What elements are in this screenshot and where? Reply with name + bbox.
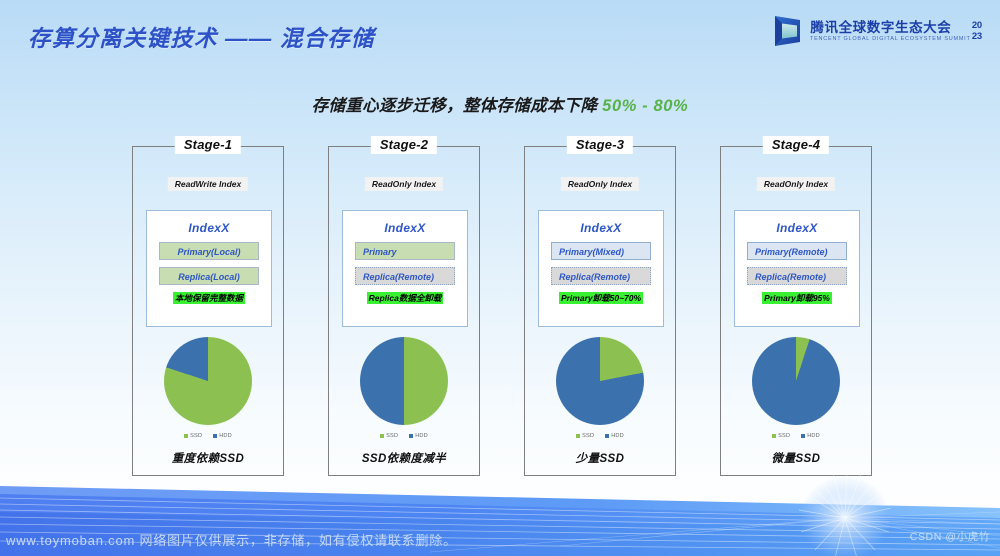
pie-chart-4 (752, 337, 840, 425)
stage-note-4: Primary卸载95% (762, 292, 832, 304)
stage-caption-1: 重度依赖SSD (171, 453, 245, 465)
pie-block-4: SSD HDD 微量SSD (721, 337, 871, 466)
legend-swatch-ssd-icon (576, 434, 580, 438)
stage-title-4: Stage-4 (762, 136, 830, 154)
legend-label-hdd: HDD (219, 433, 232, 439)
legend-item-hdd: HDD (605, 433, 624, 439)
pie-block-3: SSD HDD 少量SSD (525, 337, 675, 466)
legend-item-ssd: SSD (576, 433, 594, 439)
tencent-summit-logo: 腾讯全球数字生态大会 TENCENT GLOBAL DIGITAL ECOSYS… (773, 14, 982, 48)
slide-canvas: 存算分离关键技术 —— 混合存储 腾讯全球数字生态大会 TENCENT GLOB… (0, 0, 1000, 556)
pie-legend-2: SSD HDD (329, 433, 479, 439)
logo-year-top: 20 (971, 19, 982, 31)
legend-swatch-hdd-icon (801, 434, 805, 438)
index-name-4: IndexX (776, 221, 818, 235)
index-name-1: IndexX (188, 221, 230, 235)
index-kind-4: ReadOnly Index (756, 177, 836, 191)
index-name-2: IndexX (384, 221, 426, 235)
legend-item-hdd: HDD (409, 433, 428, 439)
subtitle: 存储重心逐步迁移，整体存储成本下降 50% - 80% (0, 92, 1000, 116)
stage-card-1: Stage-1 ReadWrite Index IndexX Primary(L… (132, 136, 284, 476)
tencent-logo-icon (773, 14, 803, 48)
subtitle-text: 存储重心逐步迁移，整体存储成本下降 (311, 97, 603, 115)
watermark-csdn: CSDN @小虎竹 (909, 531, 990, 543)
legend-swatch-hdd-icon (213, 434, 217, 438)
pie-block-1: SSD HDD 重度依赖SSD (133, 337, 283, 466)
stage-title-1: Stage-1 (174, 136, 242, 154)
legend-label-ssd: SSD (386, 433, 399, 439)
legend-label-ssd: SSD (582, 433, 595, 439)
legend-swatch-ssd-icon (184, 434, 188, 438)
index-panel-1: IndexX Primary(Local) Replica(Local) 本地保… (146, 210, 272, 327)
legend-item-ssd: SSD (380, 433, 398, 439)
pie-chart-3 (556, 337, 644, 425)
legend-label-ssd: SSD (778, 433, 791, 439)
legend-swatch-ssd-icon (380, 434, 384, 438)
primary-role-box-4: Primary(Remote) (747, 242, 847, 260)
primary-role-box-2: Primary (355, 242, 455, 260)
replica-role-box-1: Replica(Local) (159, 267, 259, 285)
logo-title-en: TENCENT GLOBAL DIGITAL ECOSYSTEM SUMMIT (810, 35, 971, 42)
legend-label-ssd: SSD (190, 433, 203, 439)
watermark-bottom: www.toymoban.com 网络图片仅供展示，非存储，如有侵权请联系删除。 (0, 528, 1000, 550)
subtitle-highlight: 50% - 80% (602, 97, 689, 115)
stage-note-1: 本地保留完整数据 (172, 292, 245, 304)
index-panel-3: IndexX Primary(Mixed) Replica(Remote) Pr… (538, 210, 664, 327)
legend-item-ssd: SSD (772, 433, 790, 439)
index-name-3: IndexX (580, 221, 622, 235)
stage-cards-row: Stage-1 ReadWrite Index IndexX Primary(L… (132, 136, 872, 476)
index-kind-3: ReadOnly Index (560, 177, 640, 191)
stage-caption-3: 少量SSD (575, 453, 625, 465)
replica-role-box-4: Replica(Remote) (747, 267, 847, 285)
index-kind-1: ReadWrite Index (167, 177, 249, 191)
index-panel-2: IndexX Primary Replica(Remote) Replica数据… (342, 210, 468, 327)
legend-item-ssd: SSD (184, 433, 202, 439)
index-panel-4: IndexX Primary(Remote) Replica(Remote) P… (734, 210, 860, 327)
pie-legend-3: SSD HDD (525, 433, 675, 439)
stage-note-2: Replica数据全卸载 (366, 292, 444, 304)
pie-chart-1 (164, 337, 252, 425)
legend-item-hdd: HDD (213, 433, 232, 439)
pie-block-2: SSD HDD SSD依赖度减半 (329, 337, 479, 466)
primary-role-box-1: Primary(Local) (159, 242, 259, 260)
legend-item-hdd: HDD (801, 433, 820, 439)
legend-swatch-hdd-icon (605, 434, 609, 438)
legend-label-hdd: HDD (807, 433, 820, 439)
stage-card-4: Stage-4 ReadOnly Index IndexX Primary(Re… (720, 136, 872, 476)
watermark-text: www.toymoban.com 网络图片仅供展示，非存储，如有侵权请联系删除。 (6, 532, 457, 548)
primary-role-box-3: Primary(Mixed) (551, 242, 651, 260)
stage-caption-2: SSD依赖度减半 (361, 453, 447, 465)
index-kind-2: ReadOnly Index (364, 177, 444, 191)
logo-title-cn: 腾讯全球数字生态大会 (810, 19, 952, 35)
legend-swatch-ssd-icon (772, 434, 776, 438)
replica-role-box-3: Replica(Remote) (551, 267, 651, 285)
stage-title-3: Stage-3 (566, 136, 634, 154)
pie-legend-1: SSD HDD (133, 433, 283, 439)
replica-role-box-2: Replica(Remote) (355, 267, 455, 285)
stage-card-3: Stage-3 ReadOnly Index IndexX Primary(Mi… (524, 136, 676, 476)
stage-title-2: Stage-2 (370, 136, 438, 154)
pie-chart-2 (360, 337, 448, 425)
page-title: 存算分离关键技术 —— 混合存储 (28, 26, 375, 51)
stage-note-3: Primary卸载50~70% (558, 292, 644, 304)
legend-swatch-hdd-icon (409, 434, 413, 438)
legend-label-hdd: HDD (415, 433, 428, 439)
pie-legend-4: SSD HDD (721, 433, 871, 439)
stage-card-2: Stage-2 ReadOnly Index IndexX Primary Re… (328, 136, 480, 476)
stage-caption-4: 微量SSD (771, 453, 821, 465)
legend-label-hdd: HDD (611, 433, 624, 439)
logo-year-bottom: 23 (971, 30, 982, 42)
